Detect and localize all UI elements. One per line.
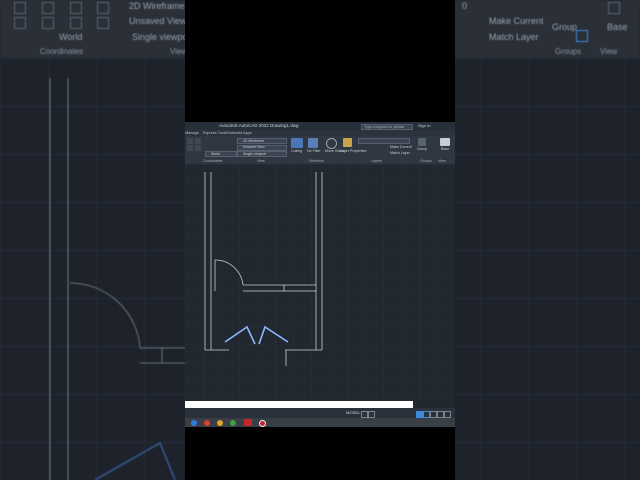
floor-plan [204, 172, 323, 366]
group-layers: Layers [371, 158, 382, 163]
bg-group-icon [576, 30, 588, 42]
bg-group-coordinates: Coordinates [40, 47, 84, 56]
door-left-highlight [224, 325, 256, 345]
bg-icon [70, 2, 82, 14]
bg-viewport: Single viewport [132, 32, 194, 42]
bg-icon [42, 17, 54, 29]
match-layer-label[interactable]: Match Layer [390, 151, 410, 155]
ucs-icon[interactable] [187, 138, 193, 144]
bg-group: Group [552, 22, 578, 32]
tab-featured-apps[interactable]: Featured Apps [227, 131, 252, 135]
group-view: View [257, 158, 265, 163]
no-filter-label: No Filter [307, 149, 321, 153]
door-right-highlight [258, 325, 289, 345]
search-box[interactable]: Type a keyword or phrase [361, 123, 413, 130]
group-view-2: View [438, 158, 446, 163]
ucs-icon[interactable] [195, 145, 201, 151]
base-icon[interactable] [440, 138, 450, 146]
group-icon[interactable] [418, 138, 426, 146]
polar-icon[interactable] [423, 410, 430, 418]
chrome-icon[interactable] [217, 419, 223, 426]
settings-icon[interactable] [437, 410, 444, 418]
bg-icon [42, 2, 54, 14]
layer-dropdown[interactable] [358, 138, 410, 144]
edge-icon[interactable] [191, 419, 197, 426]
bg-layer-value: 0 [462, 1, 468, 11]
bg-visual-style: 2D Wireframe [129, 1, 185, 11]
group-coordinates: Coordinates [203, 158, 223, 163]
named-view-dropdown[interactable]: Unsaved View [237, 144, 287, 151]
app-icon[interactable] [230, 419, 236, 426]
bg-icon [97, 17, 109, 29]
visual-style-dropdown[interactable]: 2D Wireframe [237, 138, 287, 144]
make-current-label[interactable]: Make Current [390, 145, 412, 149]
ortho-icon[interactable] [416, 410, 423, 418]
move-gizmo-icon[interactable] [326, 138, 337, 149]
coords-dropdown[interactable]: World [205, 151, 237, 157]
bg-group-groups: Groups [555, 47, 582, 56]
menu-icon[interactable] [444, 410, 451, 418]
bg-base-icon [608, 2, 620, 14]
bg-icon [14, 17, 26, 29]
recording-icon[interactable] [259, 419, 266, 427]
bg-named-view: Unsaved View [129, 16, 187, 26]
title-bar: Autodesk AutoCAD 2022 Drawing1.dwg Type … [185, 122, 455, 130]
bg-icon [97, 2, 109, 14]
ucs-icon[interactable] [195, 138, 201, 144]
door-swing-arc [214, 259, 244, 286]
bg-group-view2: View [600, 47, 618, 56]
video-frame: Autodesk AutoCAD 2022 Drawing1.dwg Type … [185, 0, 455, 480]
snap-icon[interactable] [368, 410, 375, 418]
no-filter-icon[interactable] [308, 138, 318, 148]
browser-icon[interactable] [204, 419, 210, 426]
drawing-area[interactable] [185, 164, 455, 400]
bg-world: World [59, 32, 83, 42]
autocad-icon[interactable] [244, 419, 252, 426]
group-groups: Groups [420, 158, 432, 163]
layer-properties-label: Layer Properties [340, 149, 367, 153]
base-label: Base [441, 147, 450, 151]
sign-in-link[interactable]: Sign In [418, 123, 430, 128]
ucs-icon[interactable] [187, 145, 193, 151]
model-toggle[interactable]: MODEL [346, 410, 360, 415]
bg-match-layer: Match Layer [489, 32, 539, 42]
grid-icon[interactable] [361, 410, 368, 418]
osnap-icon[interactable] [430, 410, 437, 418]
windows-taskbar [185, 418, 455, 427]
bg-icon [70, 17, 82, 29]
tab-express-tools[interactable]: Express Tools [203, 131, 227, 135]
bg-base: Base [607, 22, 628, 32]
group-label: Group [417, 147, 427, 151]
group-selection: Selection [309, 158, 324, 163]
culling-icon[interactable] [291, 138, 303, 148]
tab-manage[interactable]: Manage [185, 131, 199, 135]
bg-icon [14, 2, 26, 14]
culling-label: Culling [291, 149, 302, 153]
command-line[interactable] [185, 401, 413, 408]
window-title: Autodesk AutoCAD 2022 Drawing1.dwg [219, 123, 299, 128]
status-bar: MODEL [185, 408, 455, 418]
viewport-dropdown[interactable]: Single viewport [237, 151, 287, 157]
search-placeholder: Type a keyword or phrase [364, 124, 405, 129]
ribbon-panel: World 2D Wireframe Unsaved View Single v… [185, 136, 455, 165]
layer-properties-icon[interactable] [343, 138, 352, 147]
autocad-window: Autodesk AutoCAD 2022 Drawing1.dwg Type … [185, 122, 455, 418]
bg-make-current: Make Current [489, 16, 544, 26]
